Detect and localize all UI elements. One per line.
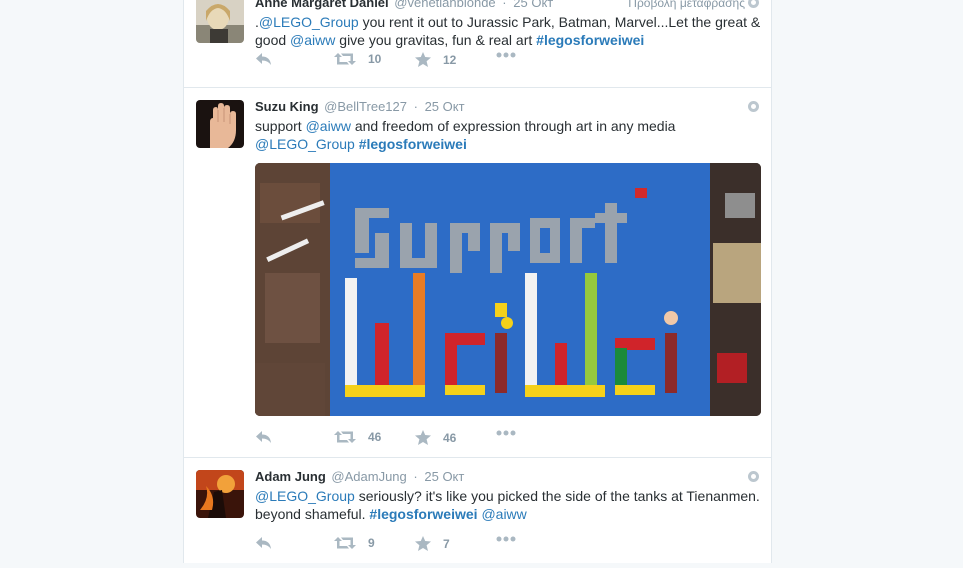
author-name[interactable]: Adam Jung [255, 469, 326, 484]
timestamp[interactable]: 25 Окт [513, 0, 553, 10]
tweet-header: Suzu King @BellTree127 · 25 Окт [255, 98, 759, 116]
separator-dot: · [413, 469, 418, 484]
timeline: Anne Margaret Daniel @venetianblonde · 2… [183, 0, 772, 563]
favorite-button[interactable]: 46 [415, 430, 456, 445]
more-icon [496, 536, 516, 542]
tweet-text-segment: and freedom of expression through art in… [350, 118, 676, 134]
author-username[interactable]: @AdamJung [331, 469, 406, 484]
retweet-button[interactable]: 9 [334, 536, 375, 550]
star-icon [415, 52, 431, 67]
more-button[interactable] [496, 536, 516, 542]
retweet-count: 10 [368, 52, 382, 66]
favorite-button[interactable]: 7 [415, 536, 450, 551]
timestamp[interactable]: 25 Окт [425, 99, 465, 114]
timestamp[interactable]: 25 Окт [424, 469, 464, 484]
star-icon [415, 536, 431, 551]
favorite-count: 46 [443, 430, 457, 445]
retweet-icon [334, 431, 356, 443]
retweet-button[interactable]: 46 [334, 430, 381, 444]
globe-icon [748, 471, 759, 482]
mention-link[interactable]: @aiww [481, 506, 526, 522]
more-icon [496, 430, 516, 436]
author-name[interactable]: Suzu King [255, 99, 319, 114]
favorite-count: 7 [443, 536, 450, 551]
favorite-count: 12 [443, 52, 457, 67]
lego-photo [255, 163, 761, 416]
avatar-image [196, 0, 244, 43]
author-username[interactable]: @venetianblonde [394, 0, 495, 10]
tweet-text-segment: support [255, 118, 306, 134]
retweet-icon [334, 537, 356, 549]
mention-link[interactable]: @LEGO_Group [255, 136, 355, 152]
mention-link[interactable]: @aiww [290, 32, 335, 48]
tweet-text: support @aiww and freedom of expression … [255, 117, 761, 153]
separator-dot: · [413, 99, 418, 114]
tweet-text: .@LEGO_Group you rent it out to Jurassic… [255, 13, 761, 49]
more-icon [496, 52, 516, 58]
tweet[interactable]: Suzu King @BellTree127 · 25 Окт support … [184, 88, 771, 458]
tweet-content: Adam Jung @AdamJung · 25 Окт @LEGO_Group… [255, 468, 761, 523]
avatar[interactable] [196, 470, 244, 518]
tweet[interactable]: Anne Margaret Daniel @venetianblonde · 2… [184, 0, 771, 88]
tweet-content: Suzu King @BellTree127 · 25 Окт support … [255, 98, 761, 416]
tweet[interactable]: Adam Jung @AdamJung · 25 Окт @LEGO_Group… [184, 458, 771, 568]
retweet-button[interactable]: 10 [334, 52, 381, 66]
tweet-text: @LEGO_Group seriously? it's like you pic… [255, 487, 761, 523]
tweet-header: Anne Margaret Daniel @venetianblonde · 2… [255, 0, 759, 12]
author-name[interactable]: Anne Margaret Daniel [255, 0, 389, 10]
translate-link[interactable]: Προβολή μετάφρασης [628, 0, 745, 12]
retweet-count: 46 [368, 430, 382, 444]
hashtag-link[interactable]: #legosforweiwei [359, 136, 467, 152]
reply-icon [256, 53, 271, 65]
mention-link[interactable]: @LEGO_Group [259, 14, 359, 30]
globe-icon [748, 0, 759, 8]
reply-button[interactable] [255, 536, 273, 550]
reply-icon [256, 431, 271, 443]
hashtag-link[interactable]: #legosforweiwei [369, 506, 477, 522]
avatar-image [196, 100, 244, 148]
tweet-header: Adam Jung @AdamJung · 25 Окт [255, 468, 759, 486]
retweet-icon [334, 53, 356, 65]
mention-link[interactable]: @LEGO_Group [255, 488, 355, 504]
globe-icon [748, 101, 759, 112]
author-username[interactable]: @BellTree127 [324, 99, 407, 114]
reply-icon [256, 537, 271, 549]
tweet-content: Anne Margaret Daniel @venetianblonde · 2… [255, 0, 761, 49]
avatar[interactable] [196, 100, 244, 148]
reply-button[interactable] [255, 430, 273, 444]
more-button[interactable] [496, 430, 516, 436]
reply-button[interactable] [255, 52, 273, 66]
tweet-photo[interactable] [255, 163, 761, 416]
retweet-count: 9 [368, 536, 375, 550]
tweet-text-segment: give you gravitas, fun & real art [335, 32, 537, 48]
more-button[interactable] [496, 52, 516, 58]
hashtag-link[interactable]: #legosforweiwei [536, 32, 644, 48]
star-icon [415, 430, 431, 445]
separator-dot: · [502, 0, 507, 10]
avatar-image [196, 470, 244, 518]
avatar[interactable] [196, 0, 244, 43]
favorite-button[interactable]: 12 [415, 52, 456, 67]
mention-link[interactable]: @aiww [306, 118, 351, 134]
